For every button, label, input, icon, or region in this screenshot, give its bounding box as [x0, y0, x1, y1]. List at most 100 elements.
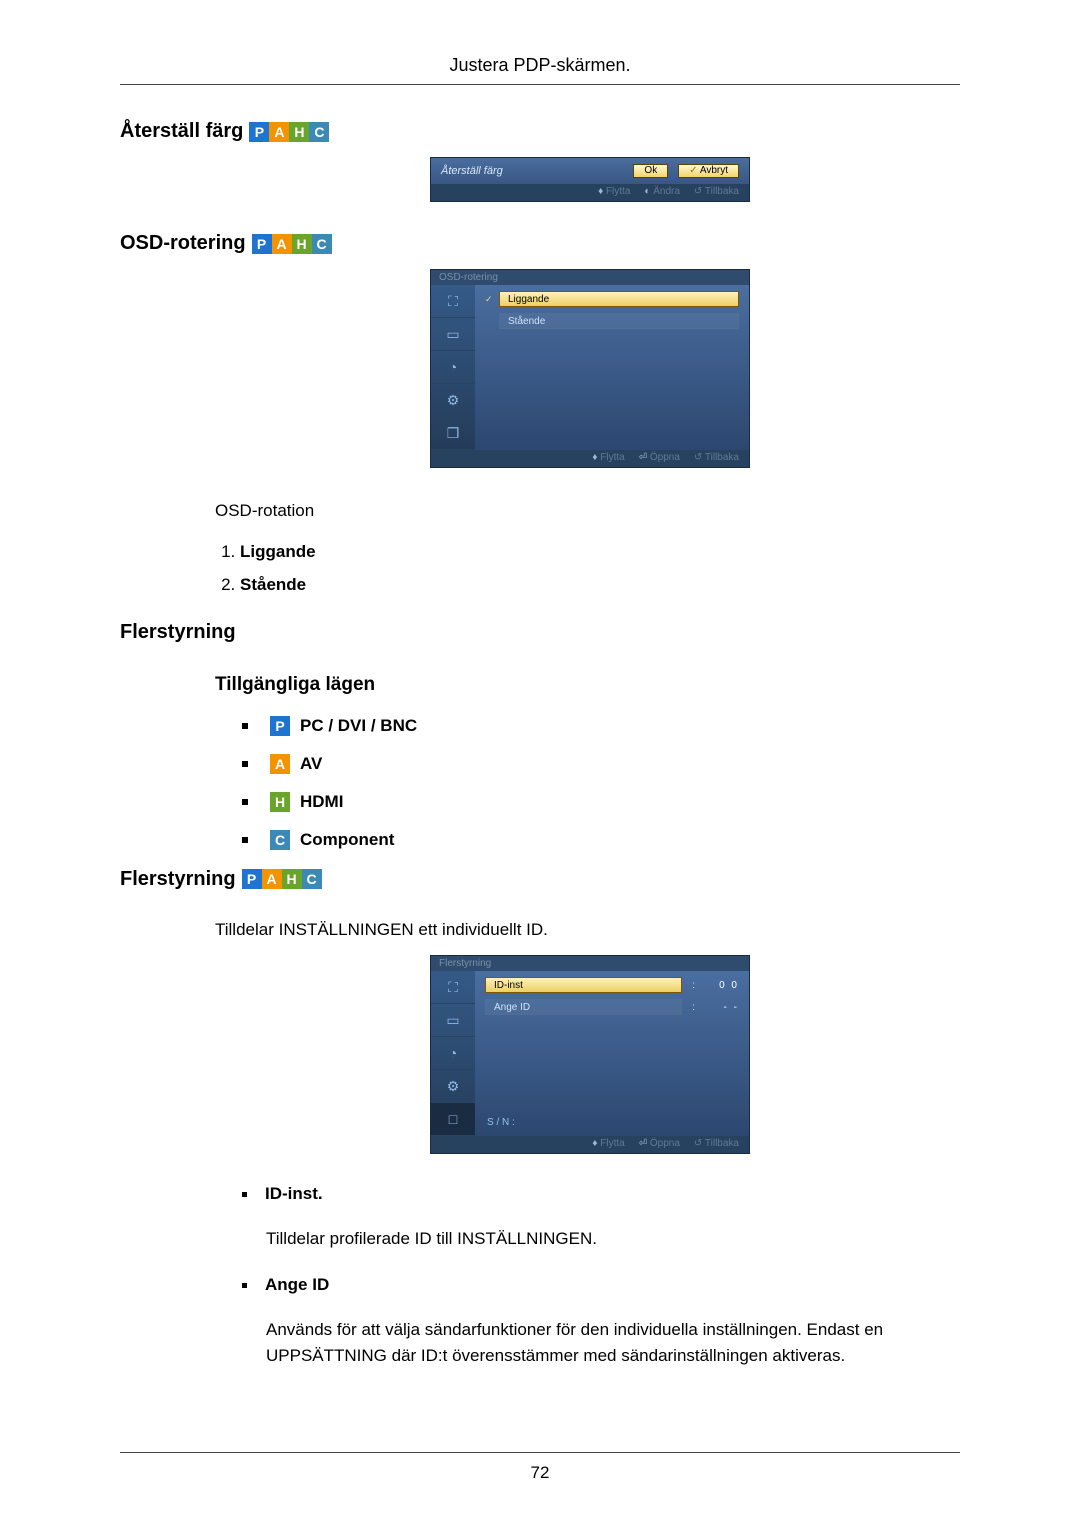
section-multicontrol-title: Flerstyrning — [120, 621, 960, 644]
hint-back: ↺ Tillbaka — [694, 186, 739, 197]
desc-id-inst: ID-inst. Tilldelar profilerade ID till I… — [242, 1184, 960, 1252]
row-value: 0 0 — [705, 980, 739, 991]
row-label: Ange ID — [485, 999, 682, 1015]
ok-button[interactable]: Ok — [633, 164, 668, 178]
option-label: Stående — [499, 313, 739, 329]
osd-menu-body: ⛶ ▭ ◔ ⚙ □ ID-inst : 0 0 Ange ID : - - S … — [431, 971, 749, 1136]
section-multicontrol2-title: Flerstyrning P A H C — [120, 868, 960, 891]
badge-row: P A H C — [242, 869, 322, 889]
title-text: OSD-rotering — [120, 232, 246, 255]
mode-label: Component — [300, 830, 394, 850]
section-reset-color-title: Återställ färg P A H C — [120, 120, 960, 143]
badge-c-icon: C — [302, 869, 322, 889]
title-text: Flerstyrning — [120, 868, 236, 891]
osd-dialog-reset-color: Återställ färg Ok ✓ Avbryt ♦ Flytta ◐ Än… — [430, 157, 750, 202]
badge-h-icon: H — [282, 869, 302, 889]
term-explanation: Används för att välja sändarfunktioner f… — [266, 1317, 960, 1370]
check-icon: ✓ — [485, 294, 493, 305]
osd-menu-body: ⛶ ▭ ◔ ⚙ ❒ ✓ Liggande Stående — [431, 285, 749, 450]
mode-hdmi: H HDMI — [242, 792, 960, 812]
osd-menu-header: Flerstyrning — [431, 956, 749, 971]
cancel-label: Avbryt — [700, 165, 728, 176]
timer-icon[interactable]: ◔ — [431, 351, 475, 384]
footer-rule — [120, 1452, 960, 1453]
hint-move: ♦ Flytta — [598, 186, 630, 197]
badge-row: P A H C — [249, 122, 329, 142]
osd-menu-multicontrol: Flerstyrning ⛶ ▭ ◔ ⚙ □ ID-inst : 0 0 Ang… — [430, 955, 750, 1154]
badge-a-icon: A — [262, 869, 282, 889]
osd-menu-footer: ♦ Flytta ⏎ Öppna ↺ Tillbaka — [431, 1136, 749, 1153]
option-label: Liggande — [499, 291, 739, 307]
osd-row: Återställ färg Ok ✓ Avbryt — [431, 158, 749, 184]
picture-icon[interactable]: ⛶ — [431, 285, 475, 318]
page: Justera PDP-skärmen. Återställ färg P A … — [0, 0, 1080, 1527]
osd-main: ✓ Liggande Stående — [475, 285, 749, 450]
row-value: - - — [705, 1002, 739, 1013]
row-label: ID-inst — [485, 977, 682, 993]
mode-av: A AV — [242, 754, 960, 774]
term-label: Ange ID — [265, 1275, 329, 1294]
mode-component: C Component — [242, 830, 960, 850]
multi-icon[interactable]: ❒ — [431, 417, 475, 450]
badge-row: P A H C — [252, 234, 332, 254]
picture-icon[interactable]: ⛶ — [431, 971, 475, 1004]
option-landscape[interactable]: ✓ Liggande — [485, 291, 739, 307]
badge-p-icon: P — [252, 234, 272, 254]
settings-icon[interactable]: ⚙ — [431, 1070, 475, 1103]
osd-main: ID-inst : 0 0 Ange ID : - - S / N : — [475, 971, 749, 1136]
mode-label: HDMI — [300, 792, 343, 812]
badge-h-icon: H — [289, 122, 309, 142]
hint-open: ⏎ Öppna — [639, 452, 680, 463]
osd-dialog-label: Återställ färg — [441, 165, 623, 177]
term-explanation: Tilldelar profilerade ID till INSTÄLLNIN… — [266, 1226, 960, 1252]
mode-label: PC / DVI / BNC — [300, 716, 417, 736]
hint-open: ⏎ Öppna — [639, 1138, 680, 1149]
input-icon[interactable]: ▭ — [431, 318, 475, 351]
page-footer: 72 — [120, 1452, 960, 1483]
timer-icon[interactable]: ◔ — [431, 1037, 475, 1070]
row-id-inst[interactable]: ID-inst : 0 0 — [485, 977, 739, 993]
osd-menu-rotation: OSD-rotering ⛶ ▭ ◔ ⚙ ❒ ✓ Liggande Ståend… — [430, 269, 750, 468]
section-osd-rotation-title: OSD-rotering P A H C — [120, 232, 960, 255]
osd-sidebar: ⛶ ▭ ◔ ⚙ ❒ — [431, 285, 475, 450]
osd-menu-header: OSD-rotering — [431, 270, 749, 285]
hint-back: ↺ Tillbaka — [694, 452, 739, 463]
osd-sidebar: ⛶ ▭ ◔ ⚙ □ — [431, 971, 475, 1136]
title-text: Flerstyrning — [120, 621, 236, 644]
hint-move: ♦ Flytta — [592, 452, 624, 463]
list-item: Liggande — [240, 536, 960, 568]
badge-c-icon: C — [270, 830, 290, 850]
desc-ange-id: Ange ID Används för att välja sändarfunk… — [242, 1275, 960, 1370]
serial-number-label: S / N : — [485, 1117, 739, 1128]
badge-h-icon: H — [292, 234, 312, 254]
colon: : — [688, 1002, 699, 1013]
description-list: ID-inst. Tilldelar profilerade ID till I… — [242, 1184, 960, 1369]
multi-icon[interactable]: □ — [431, 1103, 475, 1136]
list-item: Stående — [240, 569, 960, 601]
title-text: Återställ färg — [120, 120, 243, 143]
badge-a-icon: A — [270, 754, 290, 774]
mode-label: AV — [300, 754, 322, 774]
page-number: 72 — [120, 1463, 960, 1483]
row-ange-id[interactable]: Ange ID : - - — [485, 999, 739, 1015]
badge-p-icon: P — [242, 869, 262, 889]
osd-menu-footer: ♦ Flytta ⏎ Öppna ↺ Tillbaka — [431, 450, 749, 467]
colon: : — [688, 980, 699, 991]
cancel-button[interactable]: ✓ Avbryt — [678, 164, 739, 178]
available-modes-title: Tillgängliga lägen — [215, 674, 960, 696]
badge-c-icon: C — [309, 122, 329, 142]
badge-c-icon: C — [312, 234, 332, 254]
rotation-options-list: Liggande Stående — [240, 536, 960, 601]
mode-pc-dvi-bnc: PPC / DVI / BNC — [242, 716, 960, 736]
available-modes-list: PPC / DVI / BNC A AV H HDMI C Component — [242, 716, 960, 850]
badge-a-icon: A — [272, 234, 292, 254]
input-icon[interactable]: ▭ — [431, 1004, 475, 1037]
settings-icon[interactable]: ⚙ — [431, 384, 475, 417]
badge-a-icon: A — [269, 122, 289, 142]
badge-p-icon: P — [249, 122, 269, 142]
badge-h-icon: H — [270, 792, 290, 812]
multicontrol-intro: Tilldelar INSTÄLLNINGEN ett individuellt… — [215, 917, 960, 943]
option-portrait[interactable]: Stående — [485, 313, 739, 329]
osd-rotation-label: OSD-rotation — [215, 498, 960, 524]
osd-footer: ♦ Flytta ◐ Ändra ↺ Tillbaka — [431, 184, 749, 201]
